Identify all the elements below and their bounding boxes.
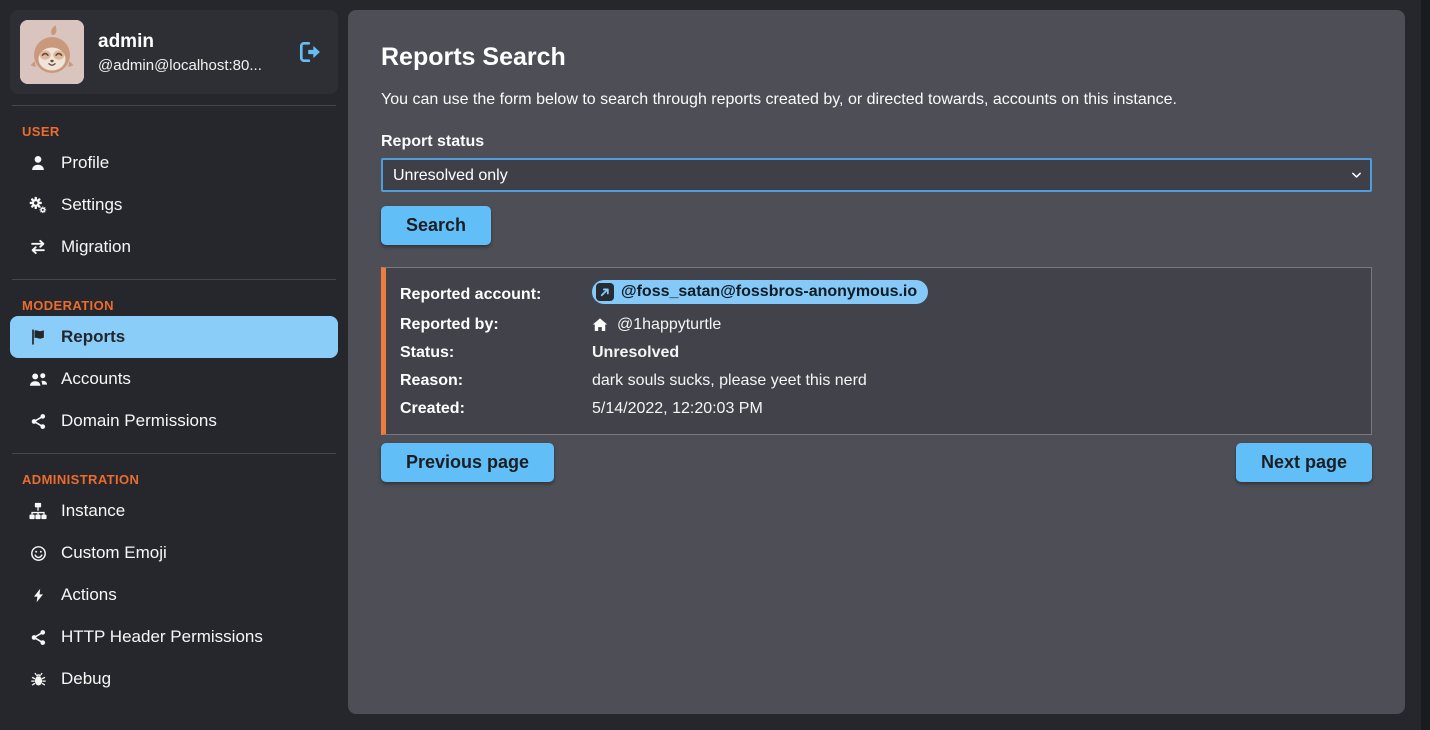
sidebar-item-label: Migration [61, 237, 131, 257]
sidebar-item-domain-permissions[interactable]: Domain Permissions [10, 400, 338, 442]
sidebar-item-instance[interactable]: Instance [10, 490, 338, 532]
created-label: Created: [400, 396, 592, 422]
sidebar-item-http-header-permissions[interactable]: HTTP Header Permissions [10, 616, 338, 658]
section-title-administration: ADMINISTRATION [10, 465, 338, 490]
reported-account-value: @foss_satan@fossbros-anonymous.io [592, 280, 1357, 310]
sidebar-item-label: Custom Emoji [61, 543, 167, 563]
next-page-button[interactable]: Next page [1236, 443, 1372, 482]
report-status-select-wrap: Unresolved only [381, 158, 1372, 192]
section-title-moderation: MODERATION [10, 291, 338, 316]
created-value: 5/14/2022, 12:20:03 PM [592, 396, 1357, 422]
sidebar-item-custom-emoji[interactable]: Custom Emoji [10, 532, 338, 574]
flag-icon [28, 328, 48, 346]
reported-account-link[interactable]: @foss_satan@fossbros-anonymous.io [592, 280, 928, 304]
sitemap-icon [28, 502, 48, 520]
report-status-label: Report status [381, 133, 1372, 151]
home-icon [592, 317, 608, 333]
main-panel: Reports Search You can use the form belo… [348, 10, 1405, 714]
sidebar-item-reports[interactable]: Reports [10, 316, 338, 358]
sidebar-item-label: Domain Permissions [61, 411, 217, 431]
sidebar-item-label: Reports [61, 327, 125, 347]
user-card: admin @admin@localhost:80... [10, 10, 338, 94]
sidebar-item-profile[interactable]: Profile [10, 142, 338, 184]
page-description: You can use the form below to search thr… [381, 91, 1372, 109]
status-label: Status: [400, 340, 592, 366]
reported-by-value: @1happyturtle [592, 312, 1357, 338]
divider [12, 279, 336, 280]
search-button[interactable]: Search [381, 206, 491, 245]
sidebar-item-label: Instance [61, 501, 125, 521]
sidebar-item-label: Settings [61, 195, 122, 215]
share-nodes-icon [28, 413, 48, 430]
sidebar-item-label: Debug [61, 669, 111, 689]
pagination: Previous page Next page [381, 443, 1372, 482]
status-value: Unresolved [592, 340, 1357, 366]
sidebar-item-settings[interactable]: Settings [10, 184, 338, 226]
page-title: Reports Search [381, 43, 1372, 72]
sidebar-item-label: Accounts [61, 369, 131, 389]
bolt-icon [28, 588, 48, 603]
logout-icon [298, 40, 322, 64]
gears-icon [28, 196, 48, 214]
bug-icon [28, 671, 48, 688]
smiley-icon [28, 545, 48, 562]
reported-account-label: Reported account: [400, 282, 592, 308]
sidebar-item-migration[interactable]: Migration [10, 226, 338, 268]
sidebar-item-actions[interactable]: Actions [10, 574, 338, 616]
report-status-select[interactable]: Unresolved only [381, 158, 1372, 192]
users-icon [28, 370, 48, 389]
sidebar-item-accounts[interactable]: Accounts [10, 358, 338, 400]
divider [12, 105, 336, 106]
reason-label: Reason: [400, 368, 592, 394]
reason-value: dark souls sucks, please yeet this nerd [592, 368, 1357, 394]
external-link-icon [596, 283, 614, 301]
sloth-mascot-icon [20, 20, 84, 84]
divider [12, 453, 336, 454]
sidebar-item-label: Actions [61, 585, 117, 605]
sidebar: admin @admin@localhost:80... USER Profil… [0, 0, 348, 730]
reported-by-label: Reported by: [400, 312, 592, 338]
sidebar-item-debug[interactable]: Debug [10, 658, 338, 700]
previous-page-button[interactable]: Previous page [381, 443, 554, 482]
logout-button[interactable] [296, 38, 324, 66]
share-nodes-icon [28, 629, 48, 646]
user-handle: @admin@localhost:80... [98, 57, 282, 74]
avatar [20, 20, 84, 84]
user-name: admin [98, 31, 282, 53]
report-card: Reported account: @foss_satan@fossbros-a… [381, 267, 1372, 435]
sidebar-item-label: HTTP Header Permissions [61, 627, 263, 647]
sidebar-item-label: Profile [61, 153, 109, 173]
section-title-user: USER [10, 117, 338, 142]
migration-icon [28, 238, 48, 256]
reported-by-handle: @1happyturtle [617, 312, 721, 338]
user-info: admin @admin@localhost:80... [98, 31, 282, 74]
reported-account-handle: @foss_satan@fossbros-anonymous.io [621, 282, 917, 302]
scrollbar[interactable] [1421, 0, 1430, 730]
user-icon [28, 154, 48, 172]
